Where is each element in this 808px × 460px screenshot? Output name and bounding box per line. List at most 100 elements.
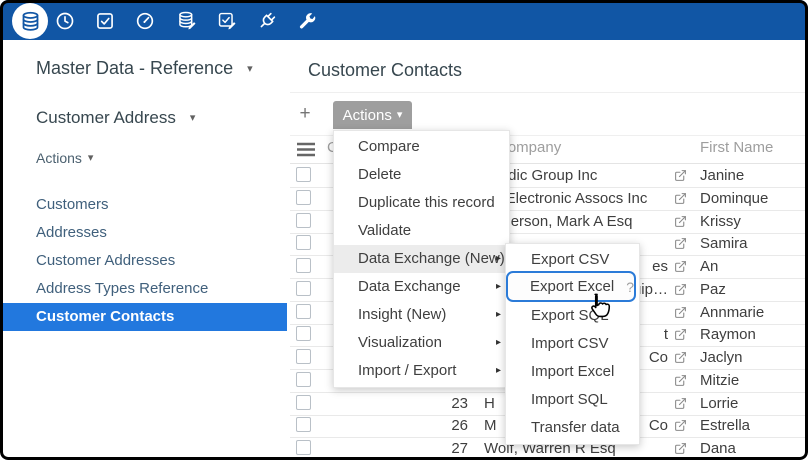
external-link-icon[interactable]: [674, 328, 687, 341]
chevron-down-icon: ▾: [190, 112, 196, 124]
check-square-icon[interactable]: [95, 11, 115, 31]
check-edit-icon[interactable]: [217, 11, 237, 31]
menu-item-import-export[interactable]: Import / Export▸: [334, 357, 509, 385]
menu-item-label: Import / Export: [358, 362, 456, 379]
cell-first-name: Estrella: [700, 414, 805, 437]
cell-first-name: Samira: [700, 232, 805, 255]
external-link-icon[interactable]: [674, 283, 687, 296]
external-link-icon[interactable]: [674, 237, 687, 250]
submenu-arrow-icon: ▸: [496, 245, 501, 273]
menu-item-label: Compare: [358, 138, 420, 155]
row-checkbox[interactable]: [296, 167, 311, 182]
database-icon[interactable]: [12, 3, 48, 39]
sidebar-actions-label: Actions: [36, 150, 82, 166]
menu-item-validate[interactable]: Validate: [334, 217, 509, 245]
menu-item-label: Insight (New): [358, 306, 446, 323]
menu-item-export-excel[interactable]: Export Excel ?: [506, 271, 636, 302]
actions-dropdown-menu: Compare Delete Duplicate this record Valida…: [333, 130, 510, 388]
row-checkbox[interactable]: [296, 190, 311, 205]
menu-item-import-excel[interactable]: Import Excel: [506, 358, 639, 386]
table-menu-icon[interactable]: [296, 142, 316, 157]
row-checkbox[interactable]: [296, 349, 311, 364]
clock-icon[interactable]: [55, 11, 75, 31]
view-selector[interactable]: Customer Address ▾: [36, 108, 195, 128]
menu-item-label: Visualization: [358, 334, 442, 351]
cursor-icon: [584, 289, 615, 322]
company-text-fragment: Co: [649, 346, 668, 369]
row-checkbox[interactable]: [296, 235, 311, 250]
sidebar-item-customer-addresses[interactable]: Customer Addresses: [0, 247, 287, 275]
cell-first-name: Raymon: [700, 323, 805, 346]
row-checkbox[interactable]: [296, 304, 311, 319]
sidebar-actions-menu[interactable]: Actions▾: [36, 150, 93, 166]
row-checkbox[interactable]: [296, 281, 311, 296]
menu-item-export-sql[interactable]: Export SQL: [506, 302, 639, 330]
chevron-down-icon: ▾: [247, 63, 253, 75]
menu-item-visualization[interactable]: Visualization ▸: [334, 329, 509, 357]
chevron-down-icon: ▾: [397, 109, 403, 121]
actions-button-label: Actions: [343, 107, 392, 124]
menu-item-label: Export CSV: [531, 251, 609, 268]
row-checkbox[interactable]: [296, 372, 311, 387]
divider: [290, 92, 805, 93]
menu-item-export-csv[interactable]: Export CSV: [506, 246, 639, 274]
menu-item-label: Data Exchange: [358, 278, 461, 295]
external-link-icon[interactable]: [674, 374, 687, 387]
menu-item-label: Duplicate this record: [358, 194, 495, 211]
row-checkbox[interactable]: [296, 395, 311, 410]
external-link-icon[interactable]: [674, 169, 687, 182]
external-link-icon[interactable]: [674, 351, 687, 364]
cell-contact-id: 27: [420, 437, 468, 460]
submenu-arrow-icon: ▸: [496, 329, 501, 357]
menu-item-compare[interactable]: Compare: [334, 133, 509, 161]
column-header-first-name[interactable]: First Name: [700, 139, 773, 156]
sidebar-item-customers[interactable]: Customers: [0, 191, 287, 219]
cell-first-name: Lorrie: [700, 392, 805, 415]
sidebar-item-addresses[interactable]: Addresses: [0, 219, 287, 247]
cell-first-name: Jaclyn: [700, 346, 805, 369]
menu-item-label: Import CSV: [531, 335, 609, 352]
row-checkbox[interactable]: [296, 213, 311, 228]
table-actions-button[interactable]: Actions ▾: [333, 101, 412, 129]
external-link-icon[interactable]: [674, 215, 687, 228]
company-text: M: [484, 414, 497, 437]
menu-item-import-csv[interactable]: Import CSV: [506, 330, 639, 358]
external-link-icon[interactable]: [674, 192, 687, 205]
menu-item-label: Delete: [358, 166, 401, 183]
row-checkbox[interactable]: [296, 417, 311, 432]
row-checkbox[interactable]: [296, 326, 311, 341]
external-link-icon[interactable]: [674, 260, 687, 273]
external-link-icon[interactable]: [674, 306, 687, 319]
menu-item-data-exchange-new[interactable]: Data Exchange (New)▸: [334, 245, 509, 273]
sidebar-item-address-types-reference[interactable]: Address Types Reference: [0, 275, 287, 303]
cell-first-name: Paz: [700, 278, 805, 301]
menu-item-insight-new[interactable]: Insight (New)▸: [334, 301, 509, 329]
cell-first-name: Janine: [700, 164, 805, 187]
help-badge[interactable]: ?: [626, 279, 634, 295]
view-selector-label: Customer Address: [36, 108, 176, 127]
model-selector-label: Master Data - Reference: [36, 58, 233, 78]
wrench-icon[interactable]: [297, 11, 317, 31]
add-record-button[interactable]: +: [293, 102, 317, 126]
cell-first-name: Annmarie: [700, 301, 805, 324]
company-text-fragment: t: [664, 323, 668, 346]
plug-icon[interactable]: [257, 11, 277, 31]
menu-item-delete[interactable]: Delete: [334, 161, 509, 189]
top-navigation-bar: [0, 0, 808, 40]
menu-item-duplicate-this-record[interactable]: Duplicate this record: [334, 189, 509, 217]
menu-item-transfer-data[interactable]: Transfer data: [506, 414, 639, 442]
company-text-fragment: es: [652, 255, 668, 278]
sidebar-item-customer-contacts[interactable]: Customer Contacts: [0, 303, 287, 331]
row-checkbox[interactable]: [296, 258, 311, 273]
external-link-icon[interactable]: [674, 442, 687, 455]
external-link-icon[interactable]: [674, 397, 687, 410]
gauge-icon[interactable]: [135, 11, 155, 31]
row-checkbox[interactable]: [296, 440, 311, 455]
menu-item-data-exchange[interactable]: Data Exchange▸: [334, 273, 509, 301]
external-link-icon[interactable]: [674, 419, 687, 432]
cell-company: A I Electronic Assocs Inc: [484, 187, 668, 210]
cell-contact-id: 23: [420, 392, 468, 415]
menu-item-import-sql[interactable]: Import SQL: [506, 386, 639, 414]
database-edit-icon[interactable]: [177, 11, 197, 31]
model-selector[interactable]: Master Data - Reference ▾: [36, 58, 253, 79]
